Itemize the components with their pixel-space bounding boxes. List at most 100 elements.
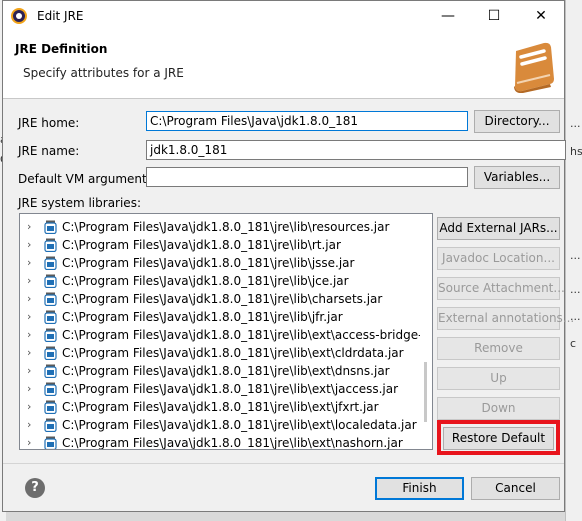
vertical-scrollbar[interactable] (420, 214, 432, 449)
list-item[interactable]: › C:\Program Files\Java\jdk1.8.0_181\jre\… (20, 380, 420, 398)
up-label: Up (490, 371, 507, 385)
jre-home-input[interactable]: C:\Program Files\Java\jdk1.8.0_181 (146, 111, 468, 131)
jar-icon (44, 382, 57, 396)
library-path: C:\Program Files\Java\jdk1.8.0_181\jre\l… (62, 256, 355, 270)
chevron-right-icon[interactable]: › (27, 326, 31, 344)
list-item[interactable]: › C:\Program Files\Java\jdk1.8.0_181\jre\… (20, 272, 420, 290)
background-text: ... (570, 283, 581, 296)
list-item[interactable]: › C:\Program Files\Java\jdk1.8.0_181\jre\… (20, 416, 420, 434)
jre-name-label: JRE name: (18, 144, 80, 158)
jar-icon (44, 292, 57, 306)
source-attachment-label: Source Attachment... (438, 281, 565, 295)
help-icon[interactable]: ? (25, 478, 45, 498)
directory-button-label: Directory... (484, 114, 550, 128)
chevron-right-icon[interactable]: › (27, 272, 31, 290)
list-item[interactable]: › C:\Program Files\Java\jdk1.8.0_181\jre\… (20, 308, 420, 326)
library-path: C:\Program Files\Java\jdk1.8.0_181\jre\l… (62, 220, 390, 234)
jar-icon (44, 400, 57, 414)
chevron-right-icon[interactable]: › (27, 254, 31, 272)
chevron-right-icon[interactable]: › (27, 398, 31, 416)
library-path: C:\Program Files\Java\jdk1.8.0_181\jre\l… (62, 274, 349, 288)
add-external-jars-label: Add External JARs... (439, 221, 558, 235)
library-path: C:\Program Files\Java\jdk1.8.0_181\jre\l… (62, 346, 404, 360)
list-item[interactable]: › C:\Program Files\Java\jdk1.8.0_181\jre\… (20, 218, 420, 236)
library-path: C:\Program Files\Java\jdk1.8.0_181\jre\l… (62, 238, 341, 252)
up-button[interactable]: Up (437, 367, 560, 390)
maximize-button[interactable]: ☐ (471, 1, 517, 32)
list-item[interactable]: › C:\Program Files\Java\jdk1.8.0_181\jre\… (20, 398, 420, 416)
chevron-right-icon[interactable]: › (27, 434, 31, 449)
cancel-button[interactable]: Cancel (471, 477, 560, 500)
restore-default-highlight (437, 420, 560, 455)
minimize-button[interactable]: — (425, 1, 471, 32)
vm-args-input[interactable] (146, 167, 468, 187)
chevron-right-icon[interactable]: › (27, 416, 31, 434)
variables-button-label: Variables... (483, 170, 551, 184)
chevron-right-icon[interactable]: › (27, 290, 31, 308)
chevron-right-icon[interactable]: › (27, 344, 31, 362)
javadoc-location-button[interactable]: Javadoc Location... (437, 247, 560, 270)
list-item[interactable]: › C:\Program Files\Java\jdk1.8.0_181\jre\… (20, 290, 420, 308)
jar-icon (44, 436, 57, 449)
chevron-right-icon[interactable]: › (27, 362, 31, 380)
vm-args-label: Default VM arguments: (18, 172, 158, 186)
chevron-right-icon[interactable]: › (27, 218, 31, 236)
variables-button[interactable]: Variables... (474, 166, 560, 189)
background-text: ... (570, 117, 581, 130)
page-description: Specify attributes for a JRE (23, 66, 184, 80)
down-label: Down (481, 401, 516, 415)
jar-icon (44, 310, 57, 324)
jre-name-input[interactable]: jdk1.8.0_181 (146, 140, 566, 160)
source-attachment-button[interactable]: Source Attachment... (437, 277, 565, 300)
background-window-right: ... hs ... ... ... c (565, 0, 582, 521)
library-path: C:\Program Files\Java\jdk1.8.0_181\jre\l… (62, 292, 383, 306)
scrollbar-thumb[interactable] (424, 362, 427, 422)
edit-jre-dialog: Edit JRE — ☐ ✕ JRE Definition Specify at… (2, 0, 574, 512)
library-path: C:\Program Files\Java\jdk1.8.0_181\jre\l… (62, 364, 390, 378)
external-annotations-label: External annotations... (438, 311, 575, 325)
title-bar: Edit JRE — ☐ ✕ (3, 1, 564, 32)
libraries-label: JRE system libraries: (18, 196, 141, 210)
jar-icon (44, 274, 57, 288)
chevron-right-icon[interactable]: › (27, 236, 31, 254)
list-item[interactable]: › C:\Program Files\Java\jdk1.8.0_181\jre\… (20, 236, 420, 254)
javadoc-location-label: Javadoc Location... (442, 251, 555, 265)
finish-button[interactable]: Finish (375, 477, 464, 500)
chevron-right-icon[interactable]: › (27, 308, 31, 326)
eclipse-icon (11, 8, 27, 24)
external-annotations-button[interactable]: External annotations... (437, 307, 574, 330)
jar-icon (44, 418, 57, 432)
background-text: c (570, 337, 577, 350)
directory-button[interactable]: Directory... (474, 110, 560, 133)
footer-separator (3, 463, 564, 464)
background-text: hs (570, 145, 582, 158)
jar-icon (44, 328, 57, 342)
cancel-label: Cancel (495, 481, 536, 495)
remove-button[interactable]: Remove (437, 337, 560, 360)
libraries-list[interactable]: › C:\Program Files\Java\jdk1.8.0_181\jre\… (19, 213, 433, 450)
list-item[interactable]: › C:\Program Files\Java\jdk1.8.0_181\jre\… (20, 362, 420, 380)
library-path: C:\Program Files\Java\jdk1.8.0_181\jre\l… (62, 400, 379, 414)
finish-label: Finish (402, 481, 437, 495)
library-path: C:\Program Files\Java\jdk1.8.0_181\jre\l… (62, 436, 403, 450)
window-title: Edit JRE (37, 9, 84, 23)
jar-icon (44, 364, 57, 378)
jar-icon (44, 256, 57, 270)
library-path: C:\Program Files\Java\jdk1.8.0_181\jre\l… (62, 328, 433, 342)
list-item[interactable]: › C:\Program Files\Java\jdk1.8.0_181\jre\… (20, 326, 432, 344)
page-title: JRE Definition (15, 42, 108, 56)
header-banner: JRE Definition Specify attributes for a … (3, 32, 564, 99)
background-text: ... (570, 249, 581, 262)
book-icon (514, 42, 554, 93)
down-button[interactable]: Down (437, 397, 560, 420)
library-path: C:\Program Files\Java\jdk1.8.0_181\jre\l… (62, 418, 417, 432)
jar-icon (44, 220, 57, 234)
add-external-jars-button[interactable]: Add External JARs... (437, 217, 560, 240)
list-item[interactable]: › C:\Program Files\Java\jdk1.8.0_181\jre\… (20, 254, 420, 272)
list-item[interactable]: › C:\Program Files\Java\jdk1.8.0_181\jre\… (20, 344, 420, 362)
close-button[interactable]: ✕ (518, 1, 564, 32)
list-item[interactable]: › C:\Program Files\Java\jdk1.8.0_181\jre\… (20, 434, 420, 450)
jre-home-label: JRE home: (18, 116, 80, 130)
jar-icon (44, 238, 57, 252)
chevron-right-icon[interactable]: › (27, 380, 31, 398)
